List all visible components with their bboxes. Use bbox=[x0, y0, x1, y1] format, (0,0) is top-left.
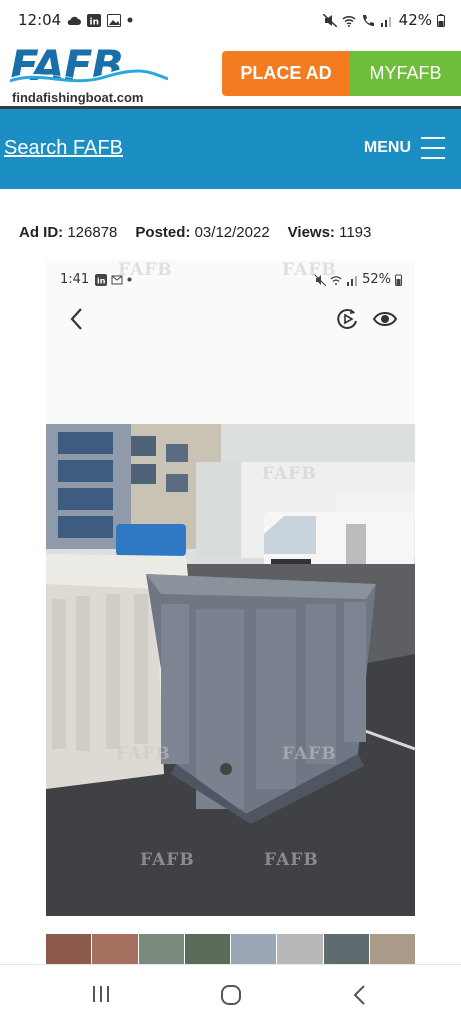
myfafb-button[interactable]: MYFAFB bbox=[350, 51, 461, 96]
battery-percent: 42% bbox=[398, 11, 432, 29]
thumbnail-strip bbox=[46, 934, 415, 964]
dot-icon bbox=[127, 17, 133, 23]
watermark: FAFB bbox=[282, 260, 337, 280]
ad-main-image[interactable]: 1:41 in 52% FAFB FAFB FAFB FAFB FAFB FAF… bbox=[46, 260, 415, 916]
svg-text:in: in bbox=[97, 276, 106, 285]
thumbnail[interactable] bbox=[92, 934, 138, 964]
watermark: FAFB bbox=[140, 850, 195, 870]
watermark: FAFB bbox=[262, 464, 317, 484]
logo-url: findafishingboat.com bbox=[12, 90, 144, 105]
ad-id: Ad ID: 126878 bbox=[19, 224, 118, 241]
thumbnail[interactable] bbox=[323, 934, 369, 964]
watermark: FAFB bbox=[282, 744, 337, 764]
back-arrow-icon bbox=[70, 308, 82, 330]
wave-icon bbox=[10, 67, 168, 84]
wifi-icon bbox=[342, 15, 356, 27]
menu-label: MENU bbox=[363, 139, 411, 156]
wifi-call-icon bbox=[362, 14, 374, 26]
inner-battery: 52% bbox=[362, 272, 391, 287]
thumbnail[interactable] bbox=[46, 934, 92, 964]
signal-icon bbox=[380, 16, 391, 27]
inner-status-bar: 1:41 in 52% bbox=[60, 272, 402, 287]
thumbnail[interactable] bbox=[231, 934, 277, 964]
menu-button[interactable]: MENU bbox=[364, 137, 445, 159]
linkedin-icon: in bbox=[87, 13, 102, 27]
signal-icon bbox=[347, 275, 358, 286]
back-icon[interactable] bbox=[350, 983, 370, 1007]
thumbnail[interactable] bbox=[277, 934, 323, 964]
battery-icon bbox=[437, 13, 445, 27]
android-nav-bar bbox=[0, 964, 461, 1024]
recent-apps-icon[interactable] bbox=[90, 983, 112, 1005]
thumbnail[interactable] bbox=[369, 934, 415, 964]
fafb-logo[interactable]: FAFB findafishingboat.com bbox=[10, 42, 168, 106]
ad-meta: Ad ID: 126878 Posted: 03/12/2022 Views: … bbox=[19, 224, 371, 241]
watermark: FAFB bbox=[116, 744, 171, 764]
home-icon[interactable] bbox=[219, 983, 243, 1007]
search-fafb-link[interactable]: Search FAFB bbox=[4, 137, 123, 160]
eye-icon bbox=[372, 312, 398, 326]
status-bar: 12:04 in 42% bbox=[0, 0, 461, 40]
rotate-video-icon bbox=[337, 308, 357, 329]
thumbnail[interactable] bbox=[184, 934, 230, 964]
inner-toolbar bbox=[66, 306, 398, 334]
svg-text:in: in bbox=[90, 17, 100, 27]
linkedin-icon: in bbox=[95, 273, 108, 286]
fish-bin-photo bbox=[46, 424, 415, 916]
battery-icon bbox=[395, 274, 402, 286]
inner-time: 1:41 bbox=[60, 272, 90, 287]
watermark: FAFB bbox=[118, 260, 173, 280]
mute-icon bbox=[322, 13, 337, 27]
view-count: Views: 1193 bbox=[287, 224, 372, 241]
site-header: FAFB findafishingboat.com PLACE AD MYFAF… bbox=[0, 40, 461, 108]
watermark: FAFB bbox=[264, 850, 319, 870]
cloud-icon bbox=[67, 16, 82, 25]
navbar: Search FAFB MENU bbox=[0, 109, 461, 189]
posted-date: Posted: 03/12/2022 bbox=[135, 224, 270, 241]
gallery-icon bbox=[107, 13, 122, 27]
status-time: 12:04 bbox=[18, 11, 62, 29]
thumbnail[interactable] bbox=[138, 934, 184, 964]
place-ad-button[interactable]: PLACE AD bbox=[222, 51, 350, 96]
hamburger-icon bbox=[421, 137, 445, 159]
